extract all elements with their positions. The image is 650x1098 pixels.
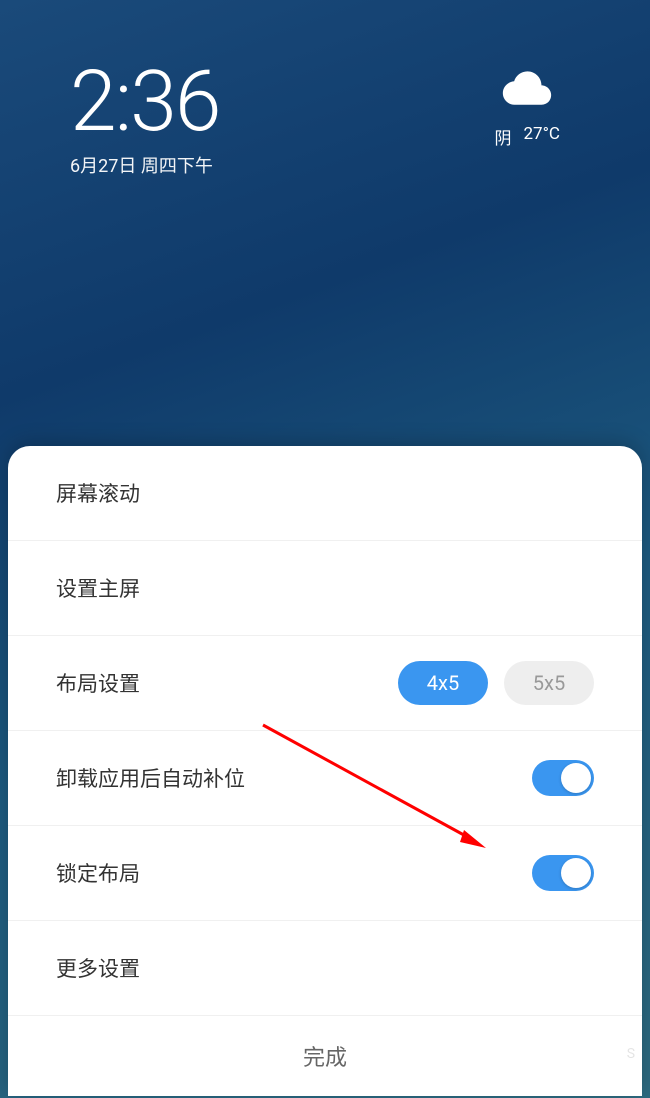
- more-settings-row[interactable]: 更多设置: [8, 921, 642, 1016]
- layout-option-5x5[interactable]: 5x5: [504, 661, 594, 705]
- weather-widget[interactable]: 阴 27°C: [494, 68, 560, 149]
- clock-time: 2:36: [70, 60, 219, 144]
- settings-panel: 屏幕滚动 设置主屏 布局设置 4x5 5x5 卸载应用后自动补位 锁定布局 更多…: [8, 446, 642, 1096]
- toggle-thumb: [561, 763, 591, 793]
- lock-layout-label: 锁定布局: [56, 858, 140, 888]
- weather-info: 阴 27°C: [494, 124, 560, 149]
- auto-fill-label: 卸载应用后自动补位: [56, 763, 245, 793]
- toggle-thumb: [561, 858, 591, 888]
- clock-widget[interactable]: 2:36 6月27日 周四下午: [70, 60, 219, 178]
- auto-fill-toggle[interactable]: [532, 760, 594, 796]
- watermark: S: [627, 1046, 635, 1062]
- layout-settings-row: 布局设置 4x5 5x5: [8, 636, 642, 731]
- weather-temperature: 27°C: [523, 124, 560, 149]
- weather-condition: 阴: [494, 124, 511, 149]
- lock-layout-row: 锁定布局: [8, 826, 642, 921]
- cloud-icon: [498, 68, 556, 110]
- more-settings-label: 更多设置: [56, 953, 140, 983]
- layout-settings-label: 布局设置: [56, 668, 140, 698]
- set-home-row[interactable]: 设置主屏: [8, 541, 642, 636]
- done-button[interactable]: 完成: [8, 1016, 642, 1096]
- lock-layout-toggle[interactable]: [532, 855, 594, 891]
- screen-scroll-label: 屏幕滚动: [56, 478, 140, 508]
- done-label: 完成: [303, 1040, 347, 1072]
- set-home-label: 设置主屏: [56, 573, 140, 603]
- layout-options: 4x5 5x5: [398, 661, 594, 705]
- auto-fill-row: 卸载应用后自动补位: [8, 731, 642, 826]
- clock-date: 6月27日 周四下午: [70, 152, 219, 178]
- screen-scroll-row[interactable]: 屏幕滚动: [8, 446, 642, 541]
- layout-option-4x5[interactable]: 4x5: [398, 661, 488, 705]
